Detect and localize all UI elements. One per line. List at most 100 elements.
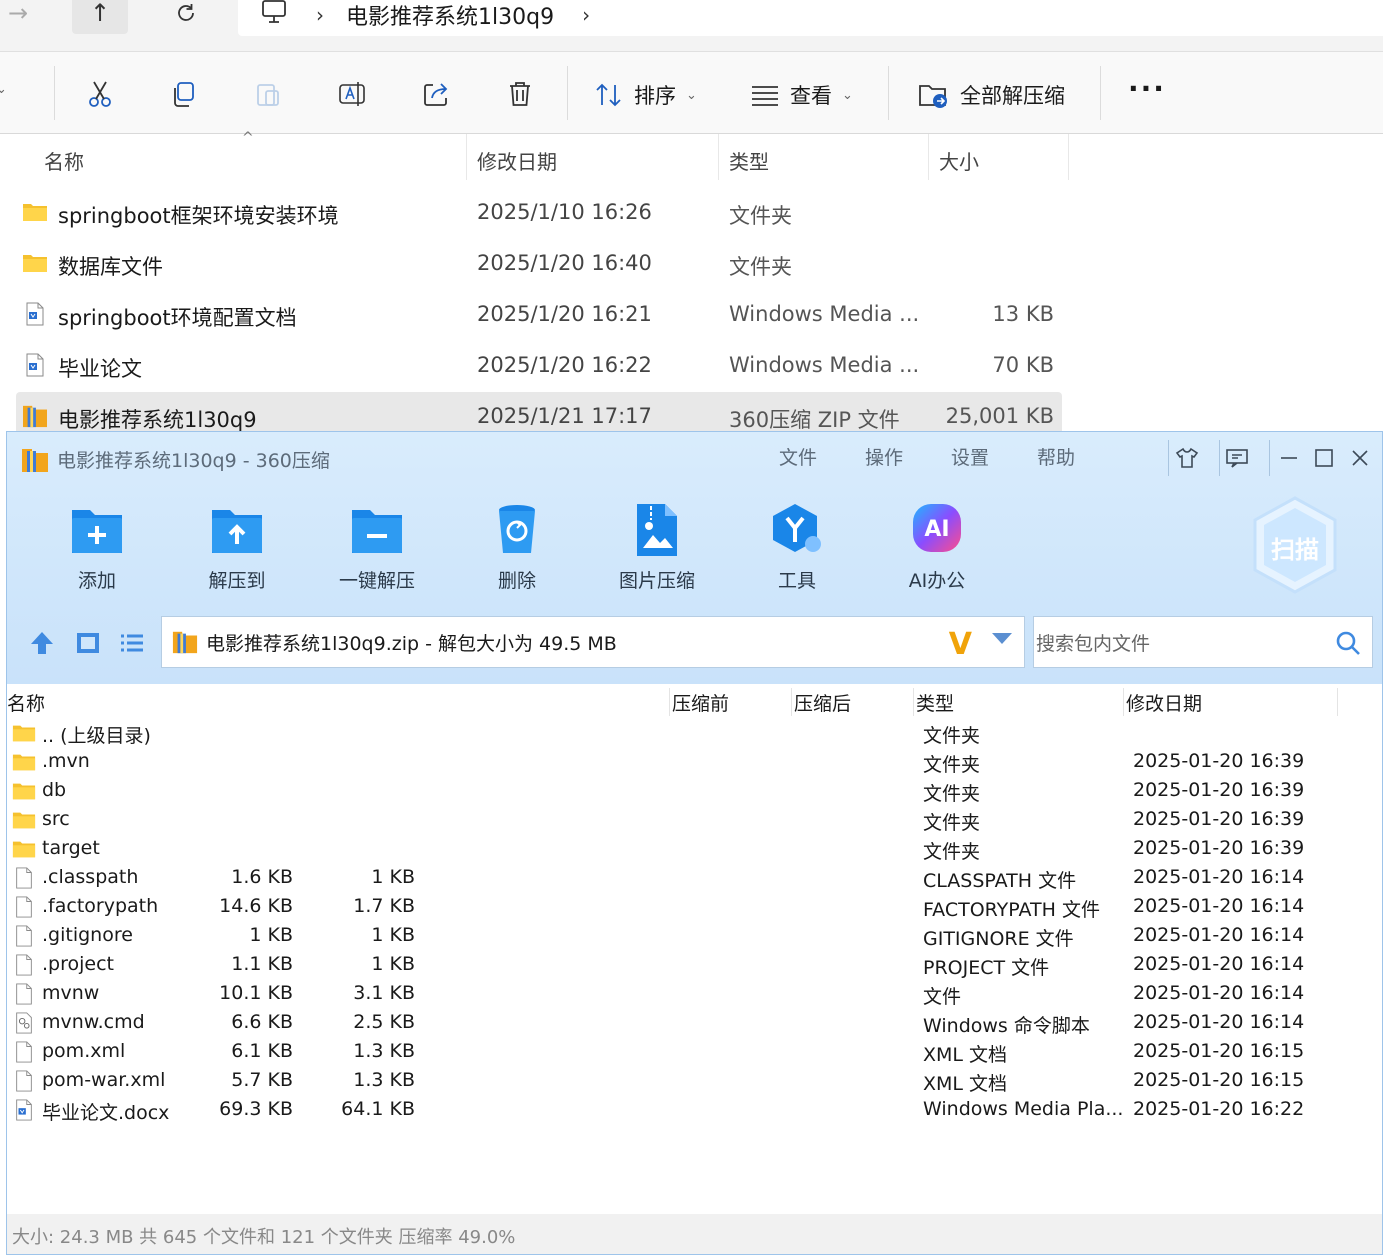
archive-row[interactable]: .classpath 1.6 KB 1 KB CLASSPATH 文件 2025-01-… bbox=[7, 864, 1382, 893]
column-divider[interactable] bbox=[1337, 688, 1338, 716]
archive-row[interactable]: target 文件夹 2025-01-20 16:39 bbox=[7, 835, 1382, 864]
tools-button[interactable]: 工具 bbox=[737, 502, 857, 602]
up-arrow-icon[interactable]: ↑ bbox=[72, 0, 128, 34]
column-divider[interactable] bbox=[913, 688, 914, 716]
new-dropdown-caret[interactable]: ⌄ bbox=[0, 82, 7, 97]
explorer-column-headers: ^ 名称 修改日期 类型 大小 bbox=[0, 130, 1383, 182]
copy-icon[interactable] bbox=[164, 74, 204, 114]
share-icon[interactable] bbox=[416, 74, 456, 114]
minimize-icon[interactable] bbox=[1271, 442, 1307, 474]
one-click-extract-button[interactable]: 一键解压 bbox=[317, 502, 437, 602]
extract-to-button[interactable]: 解压到 bbox=[177, 502, 297, 602]
menu-settings[interactable]: 设置 bbox=[951, 443, 989, 470]
thumbnail-view-icon[interactable] bbox=[73, 628, 103, 658]
column-before[interactable]: 压缩前 bbox=[672, 689, 729, 716]
view-label: 查看 bbox=[790, 84, 832, 108]
column-after[interactable]: 压缩后 bbox=[794, 689, 851, 716]
maximize-icon[interactable] bbox=[1306, 442, 1342, 474]
more-options-icon[interactable]: ··· bbox=[1128, 72, 1166, 105]
archive-row[interactable]: db 文件夹 2025-01-20 16:39 bbox=[7, 777, 1382, 806]
menu-operate[interactable]: 操作 bbox=[865, 443, 903, 470]
cut-icon[interactable] bbox=[80, 74, 120, 114]
column-divider[interactable] bbox=[1123, 688, 1124, 716]
entry-type: Windows Media Pla... bbox=[923, 1098, 1124, 1120]
explorer-address-bar: → ↑ › 电影推荐系统1l30q9 › bbox=[0, 0, 1383, 52]
archive-row[interactable]: mvnw.cmd 6.6 KB 2.5 KB Windows 命令脚本 2025-01-… bbox=[7, 1009, 1382, 1038]
column-date[interactable]: 修改日期 bbox=[1126, 689, 1202, 716]
file-row[interactable]: 数据库文件 2025/1/20 16:40 文件夹 bbox=[16, 239, 1062, 289]
view-list-icon bbox=[752, 86, 778, 106]
breadcrumb[interactable]: › 电影推荐系统1l30q9 › bbox=[238, 0, 1383, 36]
archive-row[interactable]: 毕业论文.docx 69.3 KB 64.1 KB Windows Media Pla… bbox=[7, 1096, 1382, 1125]
column-type[interactable]: 类型 bbox=[916, 689, 954, 716]
search-icon[interactable] bbox=[1334, 629, 1362, 657]
entry-type: PROJECT 文件 bbox=[923, 957, 1050, 979]
column-divider[interactable] bbox=[718, 134, 719, 180]
delete-icon[interactable] bbox=[500, 74, 540, 114]
archive-search-input[interactable]: 搜索包内文件 bbox=[1033, 616, 1373, 668]
archive-row[interactable]: .project 1.1 KB 1 KB PROJECT 文件 2025-01-20 1… bbox=[7, 951, 1382, 980]
file-size: 70 KB bbox=[992, 353, 1054, 377]
file-row[interactable]: springboot环境配置文档 2025/1/20 16:21 Windows M… bbox=[16, 290, 1062, 340]
archive-row[interactable]: .mvn 文件夹 2025-01-20 16:39 bbox=[7, 748, 1382, 777]
zip-window: 电影推荐系统1l30q9 - 360压缩 文件 操作 设置 帮助 添加 解压到 … bbox=[6, 431, 1383, 1255]
archive-row[interactable]: mvnw 10.1 KB 3.1 KB 文件 2025-01-20 16:14 bbox=[7, 980, 1382, 1009]
column-divider[interactable] bbox=[1068, 134, 1069, 180]
skin-shirt-icon[interactable] bbox=[1169, 442, 1205, 474]
breadcrumb-folder[interactable]: 电影推荐系统1l30q9 bbox=[346, 0, 554, 31]
file-icon bbox=[12, 925, 36, 947]
column-divider[interactable] bbox=[669, 688, 670, 716]
column-date[interactable]: 修改日期 bbox=[477, 146, 557, 175]
file-row[interactable]: 毕业论文 2025/1/20 16:22 Windows Media ... 70 K… bbox=[16, 341, 1062, 391]
forward-arrow-icon[interactable]: → bbox=[0, 0, 46, 34]
delete-button[interactable]: 删除 bbox=[457, 502, 577, 602]
up-level-icon[interactable] bbox=[27, 628, 57, 658]
sort-button[interactable]: 排序 ⌄ bbox=[594, 80, 697, 110]
file-row[interactable]: springboot框架环境安装环境 2025/1/10 16:26 文件夹 bbox=[16, 188, 1062, 238]
rename-icon[interactable] bbox=[332, 74, 372, 114]
folder-icon bbox=[22, 200, 48, 224]
entry-date: 2025-01-20 16:39 bbox=[1133, 750, 1305, 772]
menu-file[interactable]: 文件 bbox=[779, 443, 817, 470]
entry-name: 毕业论文.docx bbox=[42, 1102, 170, 1124]
list-view-icon[interactable] bbox=[117, 628, 147, 658]
refresh-icon[interactable] bbox=[158, 0, 214, 34]
column-divider[interactable] bbox=[928, 134, 929, 180]
archive-row[interactable]: pom.xml 6.1 KB 1.3 KB XML 文档 2025-01-20 16:1… bbox=[7, 1038, 1382, 1067]
file-icon bbox=[12, 1041, 36, 1063]
file-size: 13 KB bbox=[992, 302, 1054, 326]
add-button[interactable]: 添加 bbox=[37, 502, 157, 602]
entry-name: .mvn bbox=[42, 750, 90, 772]
entry-type: 文件 bbox=[923, 986, 962, 1008]
column-type[interactable]: 类型 bbox=[729, 146, 769, 175]
folder-icon bbox=[12, 838, 36, 860]
archive-row[interactable]: pom-war.xml 5.7 KB 1.3 KB XML 文档 2025-01-20 … bbox=[7, 1067, 1382, 1096]
archive-row[interactable]: .factorypath 14.6 KB 1.7 KB FACTORYPATH 文件 2… bbox=[7, 893, 1382, 922]
column-name[interactable]: 名称 bbox=[44, 146, 84, 175]
menu-help[interactable]: 帮助 bbox=[1037, 443, 1075, 470]
column-divider[interactable] bbox=[466, 134, 467, 180]
entry-date: 2025-01-20 16:14 bbox=[1133, 895, 1305, 917]
view-button[interactable]: 查看 ⌄ bbox=[750, 80, 853, 110]
image-compress-button[interactable]: 图片压缩 bbox=[597, 502, 717, 602]
path-dropdown-icon[interactable] bbox=[992, 633, 1012, 644]
scan-button[interactable]: 扫描 bbox=[1251, 496, 1339, 594]
archive-row[interactable]: .. (上级目录) 文件夹 bbox=[7, 719, 1382, 748]
entry-name: .. (上级目录) bbox=[42, 725, 151, 747]
extract-all-button[interactable]: 全部解压缩 bbox=[918, 80, 1065, 110]
archive-path-bar[interactable]: 电影推荐系统1l30q9.zip - 解包大小为 49.5 MB V bbox=[161, 616, 1025, 668]
archive-row[interactable]: .gitignore 1 KB 1 KB GITIGNORE 文件 2025-01-20… bbox=[7, 922, 1382, 951]
column-divider[interactable] bbox=[791, 688, 792, 716]
entry-date: 2025-01-20 16:39 bbox=[1133, 837, 1305, 859]
ai-office-button[interactable]: AI AI办公 bbox=[877, 502, 997, 602]
file-type: 360压缩 ZIP 文件 bbox=[729, 408, 900, 432]
close-icon[interactable] bbox=[1342, 442, 1378, 474]
chevron-right-icon[interactable]: › bbox=[582, 3, 590, 27]
v-brand-icon[interactable]: V bbox=[949, 627, 972, 662]
image-compress-label: 图片压缩 bbox=[618, 570, 695, 592]
feedback-icon[interactable] bbox=[1219, 442, 1255, 474]
column-name[interactable]: 名称 bbox=[7, 689, 45, 716]
entry-size-after: 1 KB bbox=[371, 953, 415, 975]
archive-row[interactable]: src 文件夹 2025-01-20 16:39 bbox=[7, 806, 1382, 835]
column-size[interactable]: 大小 bbox=[939, 146, 979, 175]
